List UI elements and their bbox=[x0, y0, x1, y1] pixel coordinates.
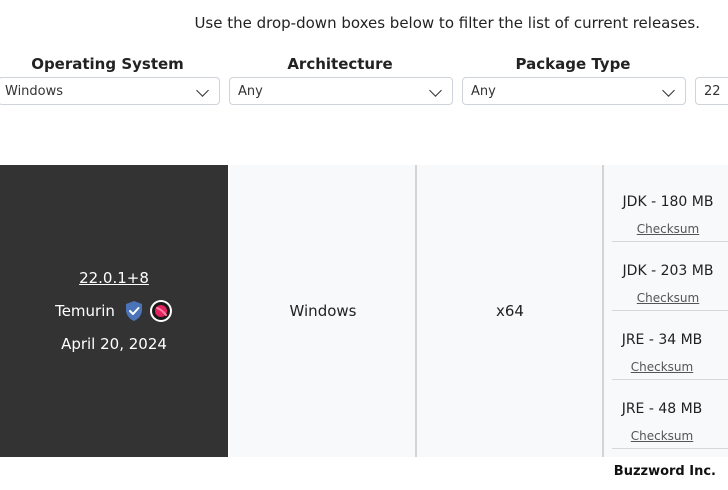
release-version-link[interactable]: 22.0.1+8 bbox=[0, 269, 228, 287]
arch-select-value: Any bbox=[238, 83, 263, 99]
chevron-down-icon bbox=[196, 84, 209, 97]
arch-cell: x64 bbox=[417, 165, 603, 457]
checksum-link[interactable]: Checksum bbox=[612, 222, 724, 236]
package-item: JRE - 48 MB Checksum bbox=[612, 380, 728, 449]
vendor-row: Temurin bbox=[0, 299, 228, 323]
vendor-name: Temurin bbox=[55, 302, 115, 320]
shield-check-icon bbox=[123, 300, 145, 322]
package-filter-label: Package Type bbox=[515, 55, 631, 73]
package-size[interactable]: JRE - 34 MB bbox=[612, 332, 712, 348]
chevron-down-icon bbox=[429, 84, 442, 97]
package-select-value: Any bbox=[471, 83, 496, 99]
version-select[interactable]: 22 bbox=[695, 77, 728, 105]
release-info-cell: 22.0.1+8 Temurin April 20, 2024 bbox=[0, 165, 228, 457]
package-item: JDK - 180 MB Checksum bbox=[612, 173, 728, 242]
checksum-link[interactable]: Checksum bbox=[612, 429, 712, 443]
os-select[interactable]: Windows bbox=[0, 77, 220, 105]
package-item: JDK - 203 MB Checksum bbox=[612, 242, 728, 311]
chevron-down-icon bbox=[662, 84, 675, 97]
package-size[interactable]: JRE - 48 MB bbox=[612, 401, 712, 417]
package-size[interactable]: JDK - 180 MB bbox=[612, 194, 724, 210]
checksum-link[interactable]: Checksum bbox=[612, 291, 724, 305]
brand-footer: Buzzword Inc. bbox=[613, 464, 716, 479]
filter-instructions: Use the drop-down boxes below to filter … bbox=[194, 14, 700, 32]
package-size[interactable]: JDK - 203 MB bbox=[612, 263, 724, 279]
os-select-value: Windows bbox=[5, 83, 64, 99]
package-select[interactable]: Any bbox=[462, 77, 686, 105]
os-value: Windows bbox=[289, 302, 357, 320]
checksum-link[interactable]: Checksum bbox=[612, 360, 712, 374]
version-select-value: 22 bbox=[704, 83, 721, 99]
package-item: JRE - 34 MB Checksum bbox=[612, 311, 728, 380]
arch-filter-label: Architecture bbox=[287, 55, 393, 73]
arch-select[interactable]: Any bbox=[229, 77, 453, 105]
arch-value: x64 bbox=[496, 302, 524, 320]
aqavit-badge-icon bbox=[149, 299, 173, 323]
release-date: April 20, 2024 bbox=[61, 335, 167, 353]
os-filter-label: Operating System bbox=[31, 55, 184, 73]
os-cell: Windows bbox=[230, 165, 416, 457]
